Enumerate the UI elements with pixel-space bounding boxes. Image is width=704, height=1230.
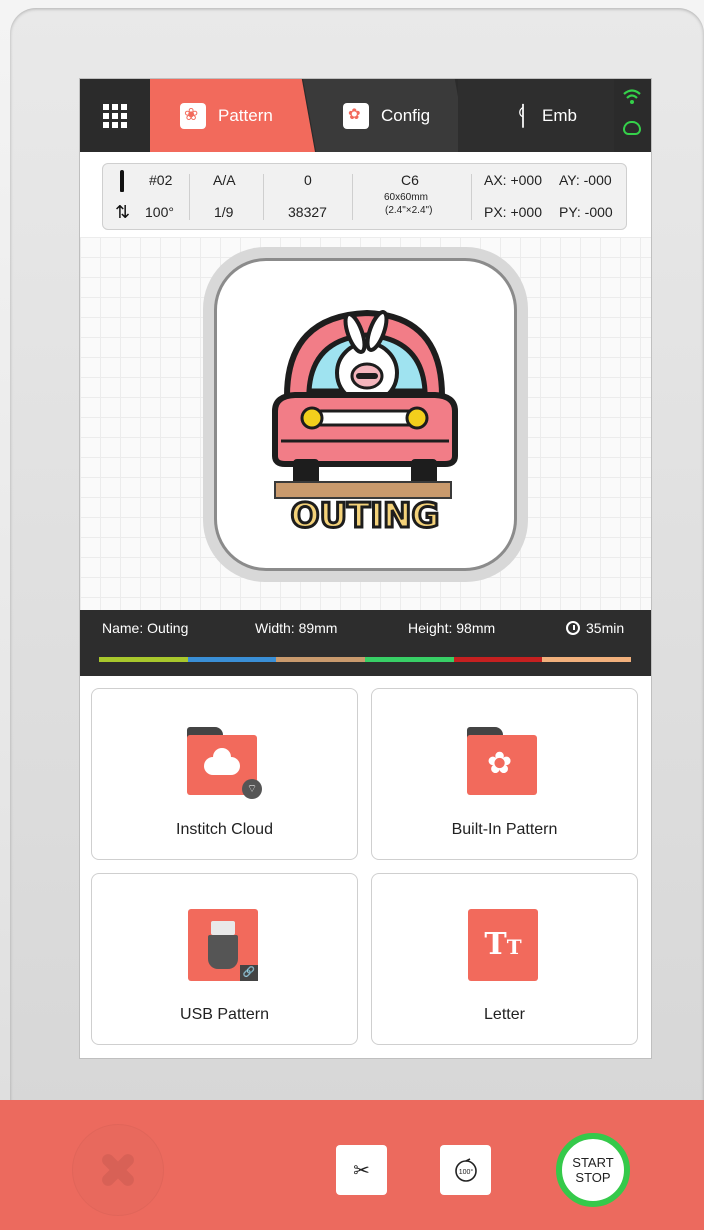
start-stop-button[interactable]: START STOP bbox=[556, 1133, 630, 1207]
thread-color-segment bbox=[453, 657, 543, 662]
ratio-top: A/A bbox=[213, 172, 236, 188]
hoop-area: OUTING bbox=[214, 258, 517, 571]
needle-icon bbox=[519, 103, 524, 128]
device: Pattern Config Emb bbox=[0, 0, 704, 1230]
letter-icon: TT bbox=[468, 909, 538, 981]
thread-color-segment bbox=[542, 657, 632, 662]
usb-icon: 🔗 bbox=[188, 909, 258, 981]
thread-color-segment bbox=[99, 657, 188, 662]
grid-icon bbox=[103, 103, 127, 128]
pattern-width: Width: 89mm bbox=[255, 620, 338, 636]
built-in-pattern-card[interactable]: ✿ Built-In Pattern bbox=[371, 688, 638, 860]
count-bottom: 38327 bbox=[288, 204, 327, 220]
speed-dial-icon: 100° bbox=[454, 1158, 477, 1182]
usb-pattern-card[interactable]: 🔗 USB Pattern bbox=[91, 873, 358, 1045]
institch-cloud-card[interactable]: ⌔ Institch Cloud bbox=[91, 688, 358, 860]
pattern-icon bbox=[180, 102, 206, 129]
wifi-icon bbox=[623, 89, 641, 108]
built-in-pattern-label: Built-In Pattern bbox=[451, 821, 558, 838]
letter-card[interactable]: TT Letter bbox=[371, 873, 638, 1045]
cancel-button[interactable] bbox=[72, 1124, 164, 1216]
ratio-bottom: 1/9 bbox=[214, 204, 234, 220]
start-label: START bbox=[572, 1155, 614, 1170]
hoop-size-mm: 60x60mm bbox=[384, 192, 428, 203]
top-nav: Pattern Config Emb bbox=[80, 79, 651, 152]
svg-text:100°: 100° bbox=[458, 1168, 473, 1176]
thread-color-bar bbox=[99, 657, 632, 662]
stop-label: STOP bbox=[575, 1170, 611, 1185]
control-bar: ✂ 100° START STOP bbox=[0, 1100, 704, 1230]
letter-label: Letter bbox=[484, 1006, 525, 1023]
menu-grid-button[interactable] bbox=[80, 79, 150, 152]
hoop-frame: OUTING bbox=[203, 247, 528, 582]
thread-color-segment bbox=[365, 657, 454, 662]
ax-value: AX: +000 bbox=[484, 172, 542, 188]
thread-color-segment bbox=[276, 657, 366, 662]
tab-emb-label: Emb bbox=[542, 105, 577, 125]
config-icon bbox=[343, 102, 369, 129]
flower-folder-icon: ✿ bbox=[467, 727, 537, 795]
pattern-info-strip: Name: Outing Width: 89mm Height: 98mm 35… bbox=[80, 610, 651, 676]
scissors-icon: ✂ bbox=[353, 1159, 370, 1182]
angle-value: 100° bbox=[145, 204, 174, 220]
thread-color-segment bbox=[187, 657, 277, 662]
usb-pattern-label: USB Pattern bbox=[180, 1006, 269, 1023]
tab-emb[interactable]: Emb bbox=[458, 79, 614, 152]
needle-number: #02 bbox=[149, 172, 173, 188]
ay-value: AY: -000 bbox=[559, 172, 612, 188]
speed-button[interactable]: 100° bbox=[440, 1145, 491, 1195]
institch-cloud-label: Institch Cloud bbox=[176, 821, 273, 838]
tab-pattern-label: Pattern bbox=[218, 105, 273, 125]
hoop-code: C6 bbox=[401, 172, 419, 188]
hoop-size-in: (2.4"×2.4") bbox=[385, 205, 433, 216]
px-value: PX: +000 bbox=[484, 204, 542, 220]
tab-pattern[interactable]: Pattern bbox=[150, 79, 315, 152]
thread-angle-icon: ⇅ bbox=[115, 202, 131, 222]
cloud-folder-icon: ⌔ bbox=[187, 727, 262, 799]
py-value: PY: -000 bbox=[559, 204, 613, 220]
pattern-height: Height: 98mm bbox=[408, 620, 496, 636]
tab-config-label: Config bbox=[381, 105, 431, 125]
tab-config[interactable]: Config bbox=[303, 79, 468, 152]
clock-icon bbox=[566, 621, 580, 635]
cloud-icon bbox=[623, 121, 641, 135]
thread-cut-button[interactable]: ✂ bbox=[336, 1145, 387, 1195]
status-column bbox=[614, 79, 651, 152]
needle-status-icon bbox=[120, 170, 124, 192]
embroidery-preview: OUTING bbox=[272, 309, 458, 538]
machine-info-bar: ⇅ #02 100° A/A 1/9 0 38327 C6 60x60mm (2… bbox=[102, 163, 627, 230]
stitch-time: 35min bbox=[566, 620, 624, 636]
pattern-canvas[interactable]: OUTING bbox=[80, 237, 651, 610]
count-top: 0 bbox=[304, 172, 312, 188]
pattern-name: Name: Outing bbox=[102, 620, 189, 636]
screen: Pattern Config Emb bbox=[80, 79, 651, 1058]
embroidery-text: OUTING bbox=[291, 496, 440, 536]
